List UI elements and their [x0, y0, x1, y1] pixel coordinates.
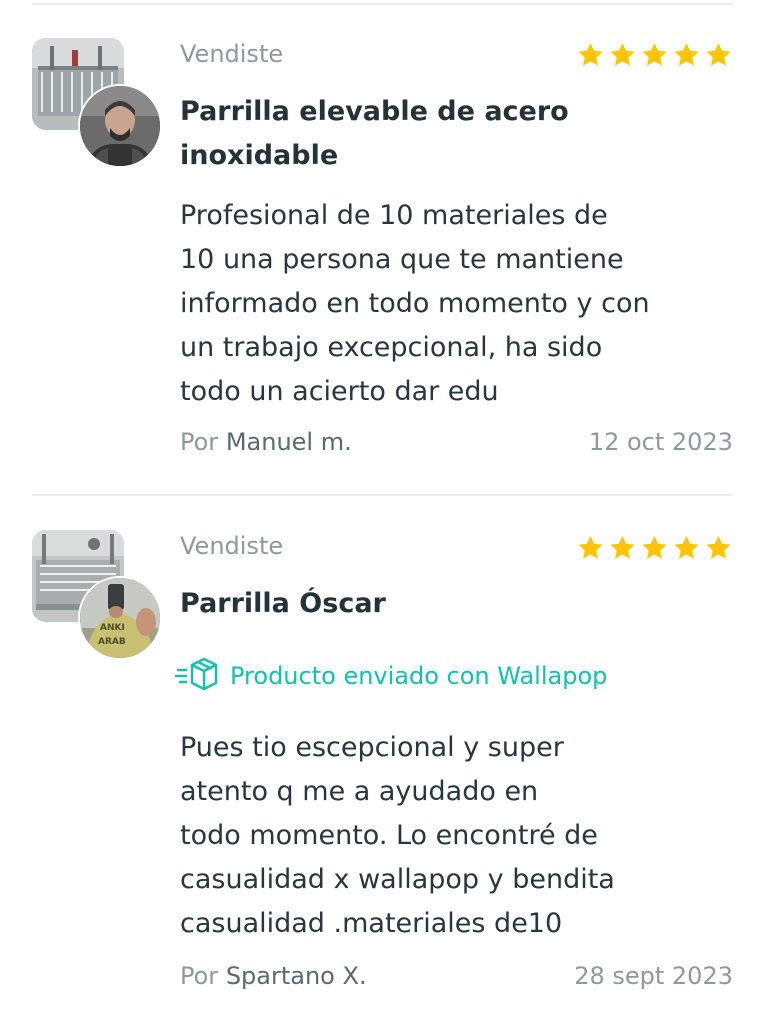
reviews-page: Vendiste Parrilla elevable de acero inox… — [0, 0, 765, 1024]
star-icon — [674, 43, 699, 66]
star-icon — [642, 536, 667, 559]
star-icon — [610, 43, 635, 66]
divider — [32, 3, 733, 5]
star-icon — [578, 43, 603, 66]
review-body: Profesional de 10 materiales de 10 una p… — [180, 200, 650, 407]
review-body: Pues tio escepcional y super atento q me… — [180, 732, 615, 939]
star-rating — [576, 41, 733, 69]
star-icon — [610, 536, 635, 559]
user-avatar[interactable]: ANKI ARAB — [78, 576, 162, 660]
avatar-photo-icon: ANKI ARAB — [80, 578, 160, 658]
star-icon — [642, 43, 667, 66]
star-icon — [706, 536, 731, 559]
star-rating — [576, 534, 733, 562]
author-name[interactable]: Manuel m. — [226, 428, 352, 456]
star-icon — [674, 536, 699, 559]
review-thumbnails: ANKI ARAB — [32, 530, 162, 660]
review-author: Por Spartano X. — [180, 962, 367, 990]
shipping-box-icon — [174, 657, 218, 691]
star-icon — [706, 43, 731, 66]
author-prefix: Por — [180, 962, 219, 990]
divider — [32, 494, 733, 496]
review-type-label: Vendiste — [180, 532, 284, 560]
review-date: 12 oct 2023 — [588, 428, 733, 456]
shipping-badge: Producto enviado con Wallapop — [174, 656, 607, 696]
review-type-label: Vendiste — [180, 40, 284, 68]
avatar-photo-icon — [80, 86, 160, 166]
review-title: Parrilla Óscar — [180, 588, 386, 619]
author-name[interactable]: Spartano X. — [226, 962, 367, 990]
svg-text:ARAB: ARAB — [98, 637, 126, 647]
author-prefix: Por — [180, 428, 219, 456]
star-icon — [578, 536, 603, 559]
review-date: 28 sept 2023 — [574, 962, 733, 990]
user-avatar[interactable] — [78, 84, 162, 168]
review-title: Parrilla elevable de acero inoxidable — [180, 96, 569, 171]
svg-text:ANKI: ANKI — [100, 623, 125, 633]
review-author: Por Manuel m. — [180, 428, 352, 456]
shipping-label: Producto enviado con Wallapop — [230, 662, 608, 690]
review-thumbnails — [32, 38, 162, 168]
